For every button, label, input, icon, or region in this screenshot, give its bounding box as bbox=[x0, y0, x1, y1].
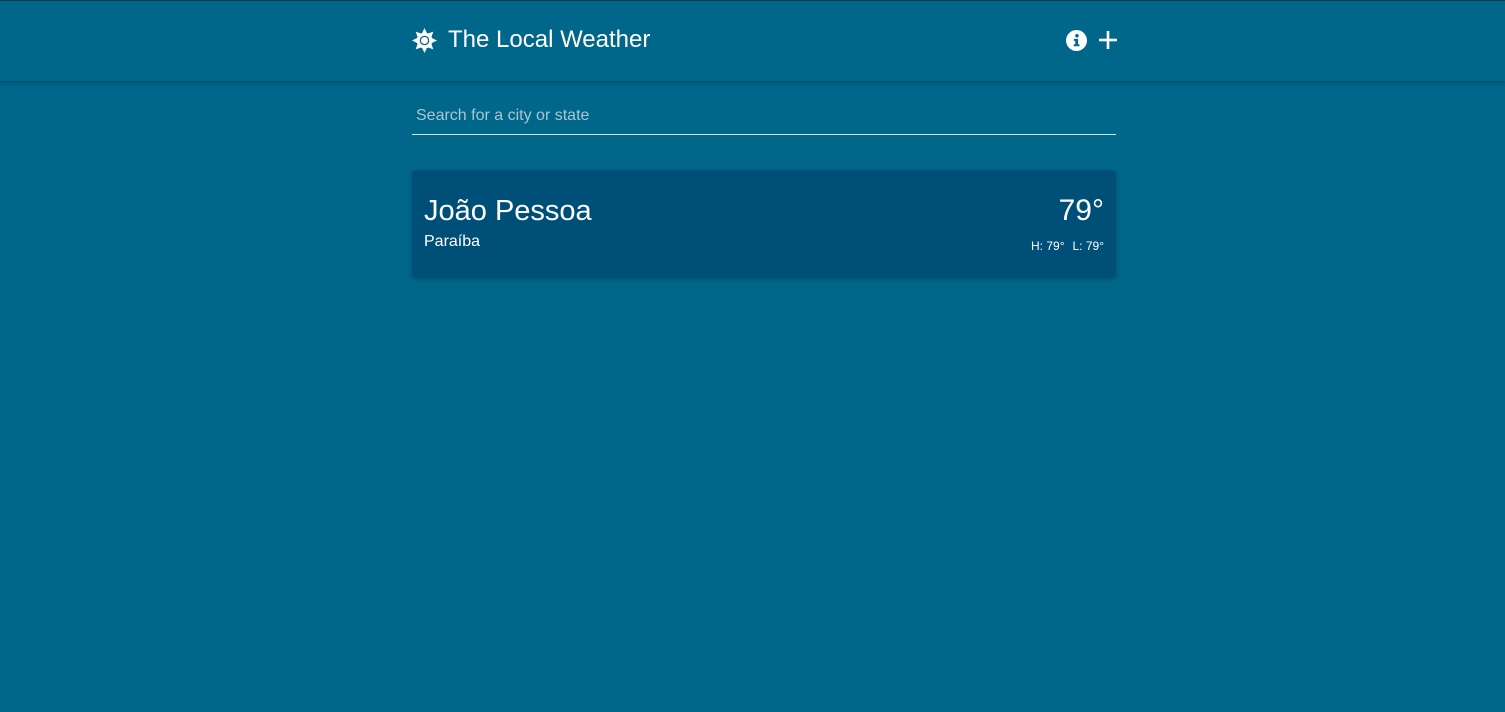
city-state: Paraíba bbox=[424, 233, 481, 250]
search-container bbox=[412, 98, 1116, 138]
city-name: João Pessoa bbox=[424, 195, 592, 227]
city-card[interactable]: João Pessoa Paraíba 79° H: 79° L: 79° bbox=[412, 170, 1116, 277]
low-temperature: L: 79° bbox=[1072, 239, 1105, 253]
search-input[interactable] bbox=[412, 98, 1116, 135]
current-temperature: 79° bbox=[1058, 194, 1104, 227]
plus-icon[interactable] bbox=[1098, 30, 1118, 50]
sun-icon bbox=[412, 28, 437, 53]
high-low-temperature: H: 79° L: 79° bbox=[1031, 238, 1104, 254]
app-header: The Local Weather bbox=[0, 1, 1505, 81]
high-temperature: H: 79° bbox=[1031, 239, 1065, 253]
header-content: The Local Weather bbox=[412, 1, 1118, 81]
app-title: The Local Weather bbox=[448, 26, 651, 53]
info-icon[interactable] bbox=[1066, 30, 1087, 51]
